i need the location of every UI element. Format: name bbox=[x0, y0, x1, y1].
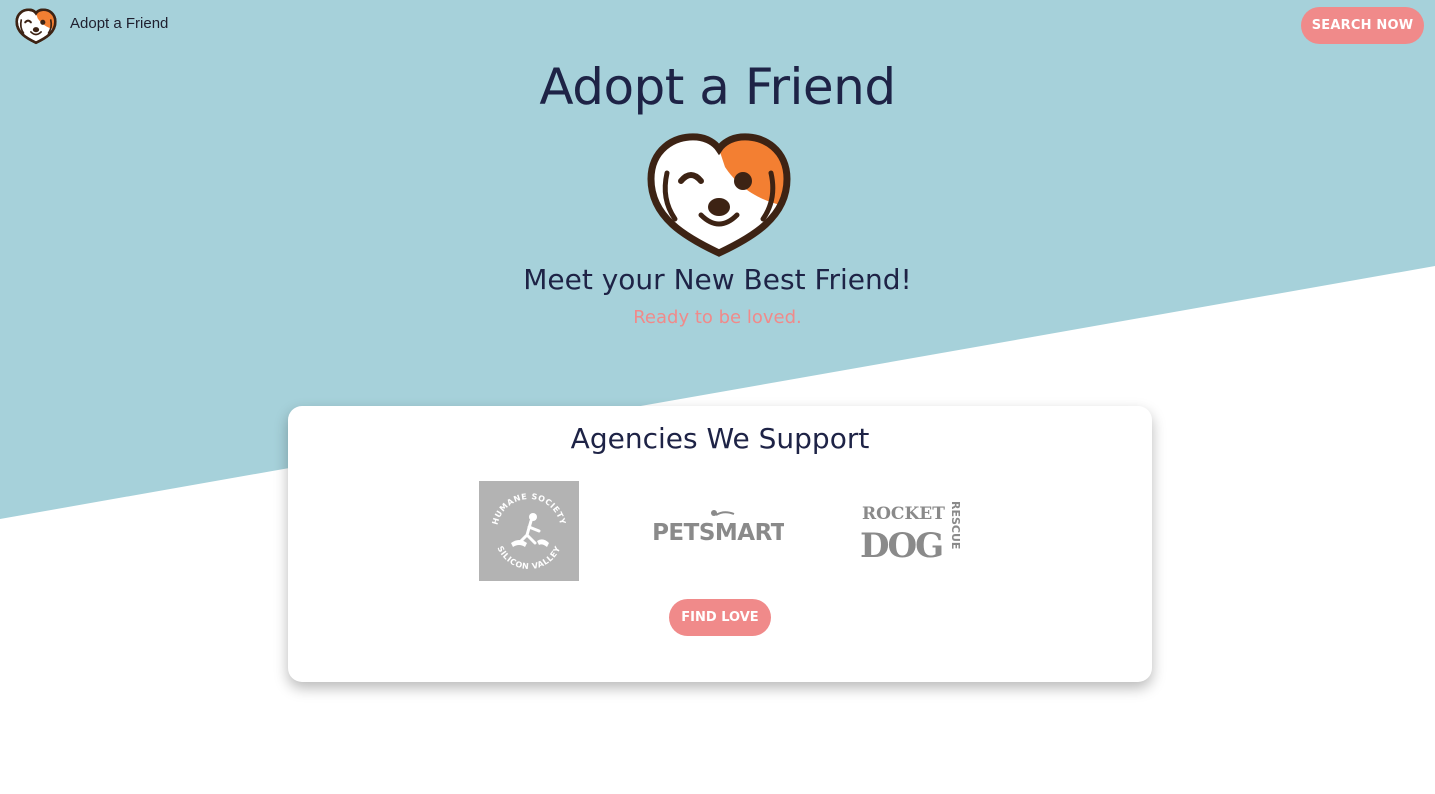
top-navbar: Adopt a Friend SEARCH NOW bbox=[0, 0, 1435, 52]
dog-heart-logo-icon[interactable] bbox=[15, 7, 57, 45]
dog-logo-text: DOG bbox=[860, 526, 942, 561]
agency-logo-rocket-dog-rescue[interactable]: ROCKET DOG RESCUE bbox=[860, 499, 964, 566]
agency-logo-petsmart[interactable]: PETSMART bbox=[652, 510, 787, 550]
rocket-dog-rescue-logo-icon: ROCKET DOG RESCUE bbox=[860, 501, 962, 566]
hero-subtitle: Meet your New Best Friend! bbox=[523, 263, 912, 296]
rocket-logo-text: ROCKET bbox=[862, 504, 945, 524]
find-love-button[interactable]: FIND LOVE bbox=[669, 599, 771, 636]
agencies-title: Agencies We Support bbox=[570, 422, 870, 455]
humane-society-logo-icon: HUMANE SOCIETY SILICON VALLEY bbox=[491, 492, 568, 571]
hero-tagline: Ready to be loved. bbox=[633, 307, 802, 328]
hero-title: Adopt a Friend bbox=[539, 58, 896, 116]
petsmart-logo-text: PETSMART bbox=[654, 520, 784, 546]
petsmart-logo-icon: PETSMART bbox=[652, 510, 787, 546]
agencies-card: Agencies We Support HUMANE SOCIETY SILIC… bbox=[288, 406, 1152, 682]
humane-society-bottom-text: SILICON VALLEY bbox=[496, 544, 562, 571]
dog-heart-logo-icon bbox=[647, 133, 791, 257]
nav-brand-title[interactable]: Adopt a Friend bbox=[70, 15, 168, 32]
svg-text:SILICON VALLEY: SILICON VALLEY bbox=[496, 544, 563, 571]
search-now-button[interactable]: SEARCH NOW bbox=[1301, 7, 1424, 44]
svg-text:HUMANE SOCIETY: HUMANE SOCIETY bbox=[491, 492, 568, 526]
rescue-logo-text: RESCUE bbox=[949, 501, 962, 549]
agency-logo-humane-society[interactable]: HUMANE SOCIETY SILICON VALLEY bbox=[479, 481, 579, 581]
humane-society-top-text: HUMANE SOCIETY bbox=[491, 492, 567, 526]
